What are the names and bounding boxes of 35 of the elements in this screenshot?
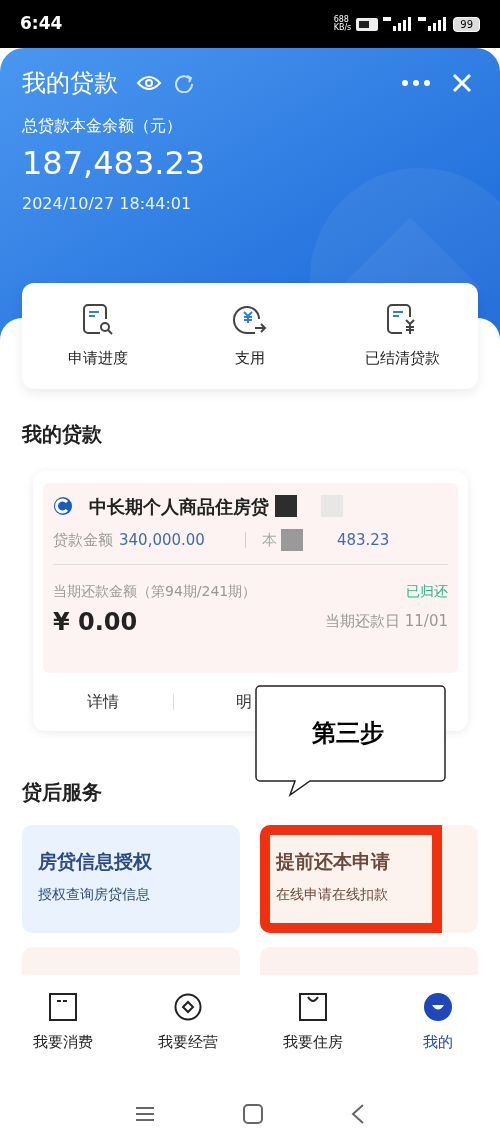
quick-action-link[interactable]: 申请进度 (68, 346, 128, 370)
service-card[interactable]: 提前还本申请 在线申请在线扣款 (260, 825, 478, 933)
principal-amount: 483.23 (336, 530, 390, 551)
due-date: 当期还款日 11/01 (325, 611, 448, 633)
due-amount: ¥ 0.00 (53, 606, 138, 638)
section-title: 我的贷款 (22, 421, 103, 448)
status-label: 已归还 (406, 581, 448, 601)
tab-bar-item[interactable]: 我要经营 (125, 993, 250, 1054)
loan-name: 中长期个人商品住房贷 (89, 494, 269, 519)
battery-indicator: 99 (453, 16, 480, 32)
speed-unit: KB/s (333, 24, 352, 32)
service-title: 提前还本申请 (276, 849, 391, 874)
tab-bar-item[interactable]: 我的 (375, 993, 500, 1054)
loan-action-link[interactable]: 详情 (87, 690, 119, 714)
service-title: 房贷信息授权 (38, 849, 153, 874)
service-card[interactable]: 房贷信息授权 授权查询房贷信息 (22, 825, 240, 933)
tab-bar-item[interactable]: 我要消费 (0, 993, 125, 1054)
balance-amount: 187,483.23 (22, 144, 207, 182)
quick-action-link[interactable]: 已结清贷款 (364, 346, 440, 370)
quick-action-link[interactable]: 支用 (235, 346, 265, 370)
service-subtitle: 在线申请在线扣款 (276, 884, 389, 904)
period-label: 当期还款金额（第94期/241期） (53, 581, 257, 601)
principal-label: 本 (261, 530, 277, 551)
section-title: 贷后服务 (22, 779, 103, 806)
tab-bar-item[interactable]: 我要住房 (250, 993, 375, 1054)
page-title: 我的贷款 (22, 68, 118, 99)
callout-text: 第三步 (312, 718, 384, 749)
timestamp: 2024/10/27 18:44:01 (22, 193, 193, 215)
clock: 6:44 (20, 12, 63, 36)
loan-action-link[interactable]: 明 (236, 690, 252, 714)
balance-label: 总贷款本金余额（元） (22, 115, 183, 137)
service-subtitle: 授权查询房贷信息 (38, 884, 151, 904)
network-speed: 688 (333, 16, 349, 24)
amount-label: 贷款金额 (53, 530, 113, 551)
loan-amount: 340,000.00 (119, 530, 205, 551)
